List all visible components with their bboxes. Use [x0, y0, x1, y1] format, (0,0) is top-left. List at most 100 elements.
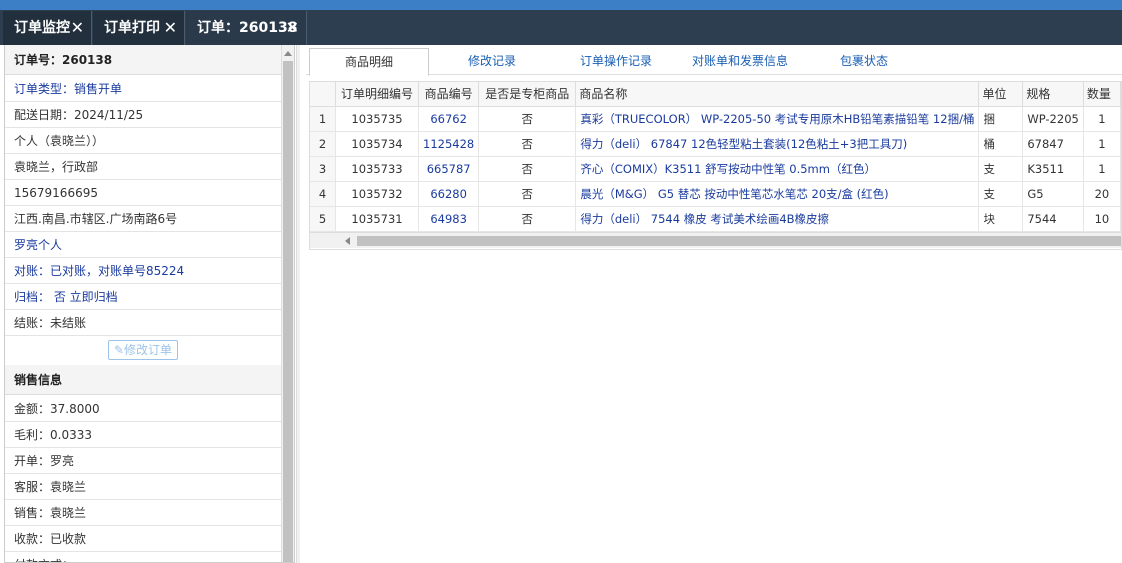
- special-cell: 否: [478, 181, 577, 207]
- detail-id-cell: 1035735: [335, 106, 420, 132]
- table-row[interactable]: 5 1035731 64983 否 得力（deli） 7544 橡皮 考试美术绘…: [310, 206, 1121, 232]
- row-number: 5: [310, 206, 336, 232]
- table-row[interactable]: 2 1035734 1125428 否 得力（deli） 67847 12色轻型…: [310, 131, 1121, 157]
- tab-order-print[interactable]: 订单打印 ✕: [93, 11, 185, 45]
- reconciliation-status[interactable]: 对账：已对账，对账单号85224: [5, 258, 282, 284]
- tab-order-monitor[interactable]: 订单监控 ✕: [3, 11, 92, 45]
- phone-number: 15679166695: [5, 180, 282, 206]
- panel-splitter[interactable]: [296, 45, 300, 563]
- unit-cell: 桶: [978, 131, 1024, 157]
- special-cell: 否: [478, 106, 577, 132]
- order-info-panel: 订单号：260138 订单类型：销售开单 配送日期：2024/11/25 个人（…: [4, 45, 295, 563]
- column-header[interactable]: 商品名称: [575, 82, 980, 107]
- tab-change-log[interactable]: 修改记录: [432, 48, 552, 75]
- detail-id-cell: 1035734: [335, 131, 420, 157]
- product-code-link[interactable]: 66762: [418, 106, 480, 132]
- product-code-link[interactable]: 665787: [418, 156, 480, 182]
- spec-cell: K3511: [1022, 156, 1084, 182]
- row-number: 4: [310, 181, 336, 207]
- tab-bar: 订单监控 ✕ 订单打印 ✕ 订单：260138 ✕: [0, 10, 1122, 45]
- archive-status[interactable]: 归档： 否 立即归档: [5, 284, 282, 310]
- close-icon[interactable]: ✕: [164, 11, 177, 45]
- spec-cell: 7544: [1022, 206, 1084, 232]
- column-header[interactable]: 数量: [1083, 82, 1121, 107]
- edit-icon: ✎: [113, 343, 125, 357]
- detail-tabs: 商品明细 修改记录 订单操作记录 对账单和发票信息 包裹状态: [306, 45, 1122, 76]
- row-number-header: [310, 82, 336, 107]
- special-cell: 否: [478, 206, 577, 232]
- horizontal-scrollbar[interactable]: [310, 232, 1121, 248]
- quantity-cell: 20: [1083, 181, 1121, 207]
- column-header[interactable]: 是否是专柜商品: [478, 82, 577, 107]
- detail-id-cell: 1035731: [335, 206, 420, 232]
- edit-order-button[interactable]: ✎修改订单: [108, 340, 178, 360]
- spec-cell: G5: [1022, 181, 1084, 207]
- close-icon[interactable]: ✕: [286, 11, 299, 45]
- customer-name: 个人（袁晓兰））: [5, 128, 282, 154]
- delivery-date: 配送日期：2024/11/25: [5, 102, 282, 128]
- edit-order-label: 修改订单: [124, 343, 173, 357]
- sales-info-header: 销售信息: [5, 365, 282, 395]
- contact-department: 袁晓兰，行政部: [5, 154, 282, 180]
- sales-amount: 金额：37.8000: [5, 396, 282, 422]
- payment-method: 付款方式：: [5, 552, 282, 562]
- payment-status: 收款：已收款: [5, 526, 282, 552]
- tab-label: 订单打印: [104, 20, 160, 36]
- column-header[interactable]: 单位: [978, 82, 1024, 107]
- column-header[interactable]: 规格: [1022, 82, 1084, 107]
- quantity-cell: 10: [1083, 206, 1121, 232]
- product-name-link[interactable]: 晨光（M&G） G5 替芯 按动中性笔芯水笔芯 20支/盒 (红色): [575, 181, 980, 207]
- order-number-header: 订单号：260138: [5, 45, 282, 75]
- row-number: 3: [310, 156, 336, 182]
- tab-label: 订单监控: [14, 20, 70, 36]
- customer-service: 客服：袁晓兰: [5, 474, 282, 500]
- tab-operation-log[interactable]: 订单操作记录: [556, 48, 676, 75]
- tab-product-details[interactable]: 商品明细: [309, 48, 429, 76]
- row-number: 2: [310, 131, 336, 157]
- tab-order-detail[interactable]: 订单：260138 ✕: [186, 11, 307, 45]
- product-name-link[interactable]: 齐心（COMIX）K3511 舒写按动中性笔 0.5mm（红色）: [575, 156, 980, 182]
- table-header-row: 订单明细编号 商品编号 是否是专柜商品 商品名称 单位 规格 数量: [310, 82, 1121, 107]
- unit-cell: 支: [978, 181, 1024, 207]
- product-code-link[interactable]: 1125428: [418, 131, 480, 157]
- product-name-link[interactable]: 得力（deli） 67847 12色轻型粘土套装(12色粘土+3把工具刀): [575, 131, 980, 157]
- product-name-link[interactable]: 真彩（TRUECOLOR） WP-2205-50 考试专用原木HB铅笔素描铅笔 …: [575, 106, 980, 132]
- quantity-cell: 1: [1083, 131, 1121, 157]
- gross-profit: 毛利：0.0333: [5, 422, 282, 448]
- product-code-link[interactable]: 66280: [418, 181, 480, 207]
- spec-cell: WP-2205: [1022, 106, 1084, 132]
- customer-link[interactable]: 罗亮个人: [5, 232, 282, 258]
- settlement-status: 结账：未结账: [5, 310, 282, 336]
- quantity-cell: 1: [1083, 106, 1121, 132]
- special-cell: 否: [478, 156, 577, 182]
- product-code-link[interactable]: 64983: [418, 206, 480, 232]
- table-row[interactable]: 1 1035735 66762 否 真彩（TRUECOLOR） WP-2205-…: [310, 106, 1121, 132]
- product-name-link[interactable]: 得力（deli） 7544 橡皮 考试美术绘画4B橡皮擦: [575, 206, 980, 232]
- table-row[interactable]: 3 1035733 665787 否 齐心（COMIX）K3511 舒写按动中性…: [310, 156, 1121, 182]
- tab-label: 订单：260138: [197, 20, 298, 36]
- column-header[interactable]: 订单明细编号: [335, 82, 420, 107]
- row-number: 1: [310, 106, 336, 132]
- scroll-thumb[interactable]: [357, 236, 1121, 246]
- special-cell: 否: [478, 131, 577, 157]
- table-row[interactable]: 4 1035732 66280 否 晨光（M&G） G5 替芯 按动中性笔芯水笔…: [310, 181, 1121, 207]
- detail-id-cell: 1035733: [335, 156, 420, 182]
- top-accent-bar: [0, 0, 1122, 10]
- address: 江西.南昌.市辖区.广场南路6号: [5, 206, 282, 232]
- unit-cell: 块: [978, 206, 1024, 232]
- column-header[interactable]: 商品编号: [418, 82, 480, 107]
- unit-cell: 支: [978, 156, 1024, 182]
- order-type: 订单类型：销售开单: [5, 76, 282, 102]
- left-scrollbar[interactable]: [281, 45, 294, 562]
- close-icon[interactable]: ✕: [71, 11, 84, 45]
- scroll-thumb[interactable]: [283, 61, 293, 562]
- unit-cell: 捆: [978, 106, 1024, 132]
- scroll-left-icon[interactable]: [345, 237, 350, 245]
- tab-package-status[interactable]: 包裹状态: [804, 48, 924, 75]
- product-grid: 订单明细编号 商品编号 是否是专柜商品 商品名称 单位 规格 数量 1 1035…: [309, 81, 1122, 250]
- spec-cell: 67847: [1022, 131, 1084, 157]
- product-table: 订单明细编号 商品编号 是否是专柜商品 商品名称 单位 规格 数量 1 1035…: [310, 82, 1121, 232]
- scroll-up-icon[interactable]: [284, 51, 292, 56]
- tab-statement-invoice[interactable]: 对账单和发票信息: [680, 48, 800, 75]
- salesperson: 销售：袁晓兰: [5, 500, 282, 526]
